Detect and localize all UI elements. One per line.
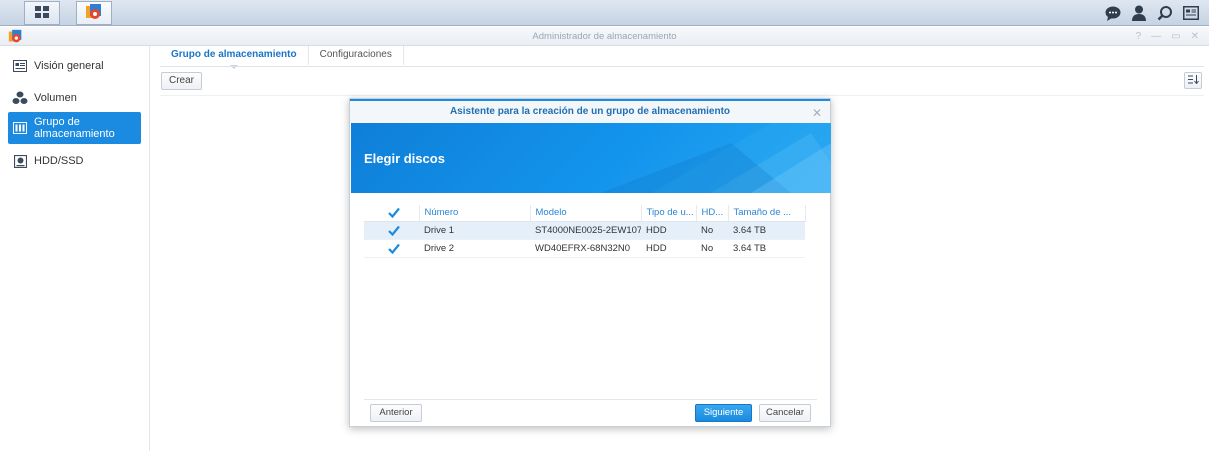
wizard-heading: Elegir discos <box>364 151 445 166</box>
close-window-button[interactable]: ✕ <box>1191 27 1199 46</box>
search-icon[interactable] <box>1155 3 1175 23</box>
cell-size: 3.64 TB <box>728 239 805 258</box>
main-tabs: Grupo de almacenamiento Configuraciones <box>160 46 404 69</box>
storage-manager-icon <box>85 3 103 24</box>
sidebar-item-storage-pool[interactable]: Grupo de almacenamiento <box>8 112 141 144</box>
cell-hd: No <box>696 239 728 258</box>
cell-size: 3.64 TB <box>728 221 805 240</box>
column-hd[interactable]: HD... <box>696 205 729 222</box>
tab-storage-pool[interactable]: Grupo de almacenamiento <box>160 46 309 69</box>
wizard-banner: Elegir discos <box>351 123 831 193</box>
widgets-icon[interactable] <box>1181 3 1201 23</box>
next-button[interactable]: Siguiente <box>695 404 752 422</box>
disk-icon <box>12 153 28 169</box>
dialog-footer-divider <box>364 399 817 400</box>
close-icon[interactable]: ✕ <box>812 102 822 124</box>
sidebar-item-label: HDD/SSD <box>34 155 84 167</box>
sidebar-item-label: Visión general <box>34 60 104 72</box>
sort-button[interactable] <box>1184 72 1202 89</box>
table-row[interactable]: Drive 1 ST4000NE0025-2EW107 HDD No 3.64 … <box>364 221 805 240</box>
column-type[interactable]: Tipo de u... <box>641 205 697 222</box>
main-menu-button[interactable] <box>24 1 60 25</box>
column-number[interactable]: Número <box>419 205 531 222</box>
select-all-checkbox[interactable] <box>364 205 420 222</box>
maximize-button[interactable]: ▭ <box>1171 27 1180 46</box>
storage-pool-icon <box>12 120 28 136</box>
cell-type: HDD <box>641 239 696 258</box>
sidebar-item-label: Grupo de almacenamiento <box>34 116 115 140</box>
cancel-button[interactable]: Cancelar <box>759 404 811 422</box>
chat-icon[interactable] <box>1103 3 1123 23</box>
row-checkbox[interactable] <box>364 239 419 258</box>
column-size[interactable]: Tamaño de ... <box>728 205 806 222</box>
dialog-titlebar: Asistente para la creación de un grupo d… <box>350 99 830 123</box>
create-button[interactable]: Crear <box>161 72 202 90</box>
previous-button[interactable]: Anterior <box>370 404 422 422</box>
table-header: Número Modelo Tipo de u... HD... Tamaño … <box>364 205 806 222</box>
cell-type: HDD <box>641 221 696 240</box>
help-button[interactable]: ? <box>1136 27 1142 46</box>
cell-hd: No <box>696 221 728 240</box>
taskbar <box>0 0 1209 26</box>
sidebar-item-overview[interactable]: Visión general <box>8 57 141 75</box>
storage-manager-taskbar-button[interactable] <box>76 1 112 25</box>
sidebar-item-hdd-ssd[interactable]: HDD/SSD <box>8 152 141 170</box>
create-storage-pool-wizard: Asistente para la creación de un grupo d… <box>349 98 831 427</box>
row-checkbox[interactable] <box>364 221 419 240</box>
disk-table: Número Modelo Tipo de u... HD... Tamaño … <box>364 205 806 258</box>
cell-number: Drive 1 <box>419 221 530 240</box>
table-row[interactable]: Drive 2 WD40EFRX-68N32N0 HDD No 3.64 TB <box>364 239 805 258</box>
cell-number: Drive 2 <box>419 239 530 258</box>
tab-divider <box>160 66 1204 67</box>
cell-model: ST4000NE0025-2EW107 <box>530 221 641 240</box>
sidebar-item-label: Volumen <box>34 92 77 104</box>
sidebar-item-volume[interactable]: Volumen <box>8 89 141 107</box>
grid-icon <box>35 5 49 21</box>
minimize-button[interactable]: — <box>1151 27 1161 46</box>
sort-icon <box>1187 74 1199 87</box>
overview-icon <box>12 58 28 74</box>
volume-icon <box>12 90 28 106</box>
column-model[interactable]: Modelo <box>530 205 642 222</box>
window-titlebar: Administrador de almacenamiento ? — ▭ ✕ <box>0 27 1209 46</box>
sidebar: Visión general Volumen Grupo de almacena… <box>0 46 150 451</box>
dialog-title: Asistente para la creación de un grupo d… <box>449 106 731 117</box>
window-title: Administrador de almacenamiento <box>532 31 677 42</box>
cell-model: WD40EFRX-68N32N0 <box>530 239 641 258</box>
tab-settings[interactable]: Configuraciones <box>309 46 404 65</box>
toolbar-divider <box>160 95 1204 96</box>
user-icon[interactable] <box>1129 3 1149 23</box>
